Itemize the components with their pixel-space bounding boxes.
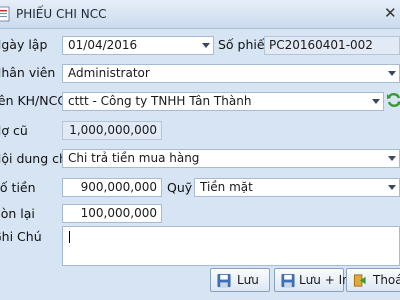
noi-dung-chi-label: Nội dung chi xyxy=(0,151,70,166)
exit-icon xyxy=(353,274,366,287)
chevron-down-icon[interactable] xyxy=(372,99,380,104)
ghi-chu-label: Ghi Chú xyxy=(0,229,42,244)
save-button[interactable]: Lưu xyxy=(210,268,270,292)
ngay-lap-datepicker[interactable]: 01/04/2016 xyxy=(62,36,214,55)
quy-label: Quỹ xyxy=(167,180,193,195)
con-lai-value: 100,000,000 xyxy=(80,206,157,220)
quy-value: Tiền mặt xyxy=(200,180,253,194)
exit-label: Thoát xyxy=(373,273,400,287)
nhan-vien-combo[interactable]: Administrator xyxy=(62,64,400,83)
text-cursor xyxy=(69,231,70,243)
window-title: PHIẾU CHI NCC xyxy=(16,7,107,21)
so-tien-input[interactable]: 900,000,000 xyxy=(62,178,162,197)
ten-khncc-value: cttt - Công ty TNHH Tân Thành xyxy=(68,94,252,108)
no-cu-field: 1,000,000,000 xyxy=(62,121,162,140)
so-tien-value: 900,000,000 xyxy=(80,180,157,194)
chevron-down-icon[interactable] xyxy=(202,43,210,48)
no-cu-value: 1,000,000,000 xyxy=(69,123,157,137)
so-phieu-field: PC20160401-002 xyxy=(264,36,400,55)
no-cu-label: Nợ cũ xyxy=(0,123,28,138)
ngay-lap-label: Ngày lập xyxy=(0,37,48,52)
save-label: Lưu xyxy=(237,273,259,287)
title-bar: PHIẾU CHI NCC ✕ xyxy=(0,0,400,29)
exit-button[interactable]: Thoát xyxy=(346,268,400,292)
so-phieu-value: PC20160401-002 xyxy=(269,38,373,52)
refresh-icon[interactable] xyxy=(386,92,400,108)
document-icon xyxy=(0,6,10,22)
nhan-vien-value: Administrator xyxy=(68,66,150,80)
so-tien-label: Số tiền xyxy=(0,180,36,195)
ten-khncc-combo[interactable]: cttt - Công ty TNHH Tân Thành xyxy=(62,92,384,111)
chevron-down-icon[interactable] xyxy=(388,185,396,190)
save-print-button[interactable]: Lưu + In xyxy=(274,268,350,292)
chevron-down-icon[interactable] xyxy=(388,71,396,76)
noi-dung-chi-combo[interactable]: Chi trả tiền mua hàng xyxy=(62,149,400,168)
con-lai-field[interactable]: 100,000,000 xyxy=(62,204,162,223)
con-lai-label: Còn lại xyxy=(0,206,35,221)
noi-dung-chi-value: Chi trả tiền mua hàng xyxy=(68,151,200,165)
save-icon xyxy=(217,273,231,288)
save-print-icon xyxy=(281,273,295,288)
ngay-lap-value: 01/04/2016 xyxy=(68,38,138,52)
ten-khncc-label: Tên KH/NCC xyxy=(0,93,67,108)
chevron-down-icon[interactable] xyxy=(388,156,396,161)
nhan-vien-label: Nhân viên xyxy=(0,65,56,80)
quy-combo[interactable]: Tiền mặt xyxy=(194,178,400,197)
ghi-chu-textarea[interactable] xyxy=(62,226,400,266)
close-icon[interactable]: ✕ xyxy=(384,4,397,22)
save-print-label: Lưu + In xyxy=(299,273,350,287)
